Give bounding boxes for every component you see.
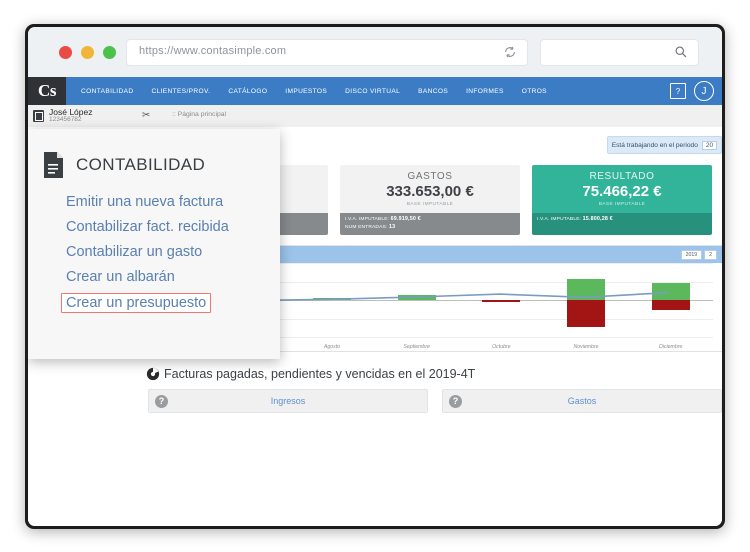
document-icon — [42, 151, 65, 179]
year-button-next[interactable]: 2 — [704, 249, 717, 260]
dropdown-item-emitir-factura[interactable]: Emitir una nueva factura — [66, 194, 223, 210]
user-card-icon — [33, 110, 44, 122]
stat-card-line2-label: NUM ENTRADAS: — [345, 224, 388, 230]
screenshot-root: https://www.contasimple.com Cs CONTABILI… — [0, 0, 750, 552]
column-header-label[interactable]: Gastos — [443, 396, 721, 406]
dropdown-item-wrap: Contabilizar un gasto — [66, 243, 280, 268]
nav-item-contabilidad[interactable]: CONTABILIDAD — [72, 88, 142, 95]
nav-right-actions: ? J — [670, 77, 714, 105]
maximize-window-button[interactable] — [103, 46, 116, 59]
page-content: é López Está trabajando en el periodo 20… — [28, 127, 722, 526]
stat-card-title: GASTOS — [407, 171, 453, 182]
app-logo[interactable]: Cs — [28, 77, 66, 105]
close-window-button[interactable] — [59, 46, 72, 59]
chart-x-tick: Agosto — [323, 344, 341, 350]
stat-card-resultado: RESULTADO 75.466,22 € BASE IMPUTABLE I.V… — [532, 165, 712, 235]
invoices-column-ingresos: ? Ingresos — [148, 389, 428, 413]
stat-card-bottom: I.V.A. IMPUTABLE: 69.919,50 € NUM ENTRAD… — [340, 213, 520, 235]
stat-card-line1-label: I.V.A. IMPUTABLE: — [345, 217, 390, 222]
nav-item-clientes-prov[interactable]: CLIENTES/PROV. — [142, 88, 219, 95]
chart-x-labels: JulioAgostoSeptiembreOctubreNoviembreDic… — [205, 344, 713, 350]
stat-card-subtitle: BASE IMPUTABLE — [406, 202, 454, 207]
minimize-window-button[interactable] — [81, 46, 94, 59]
dropdown-header: CONTABILIDAD — [28, 129, 280, 179]
chart-x-tick: Septiembre — [403, 344, 430, 350]
stat-card-line1-value: 15.800,28 € — [582, 216, 613, 222]
stat-card-title: RESULTADO — [589, 171, 655, 182]
dropdown-item-crear-albaran[interactable]: Crear un albarán — [66, 269, 175, 285]
user-strip: José López 123456782 ✂ :: Página princip… — [28, 105, 722, 128]
dropdown-item-wrap: Emitir una nueva factura — [66, 193, 280, 218]
dropdown-item-contabilizar-gasto[interactable]: Contabilizar un gasto — [66, 244, 202, 260]
user-number: 123456782 — [49, 116, 82, 123]
breadcrumb: :: Página principal — [172, 111, 227, 118]
search-input[interactable] — [541, 40, 698, 65]
nav-item-disco-virtual[interactable]: DISCO VIRTUAL — [336, 88, 409, 95]
chart-x-tick: Noviembre — [573, 344, 599, 350]
stat-card-amount: 333.653,00 € — [386, 183, 474, 200]
stat-card-line2-value: 13 — [388, 223, 396, 230]
dropdown-title: CONTABILIDAD — [76, 155, 206, 174]
address-bar[interactable]: https://www.contasimple.com — [127, 40, 527, 65]
scissors-icon[interactable]: ✂ — [142, 110, 150, 121]
column-header: ? Gastos — [443, 390, 721, 412]
stat-card-line1-value: 69.919,50 € — [390, 216, 421, 222]
period-badge: Está trabajando en el periodo 20 — [606, 136, 722, 154]
search-icon — [674, 45, 688, 59]
browser-viewport: https://www.contasimple.com Cs CONTABILI… — [28, 27, 722, 526]
dropdown-items: Emitir una nueva factura Contabilizar fa… — [28, 193, 280, 321]
reload-icon[interactable] — [503, 45, 517, 59]
nav-items: CONTABILIDAD CLIENTES/PROV. CATÁLOGO IMP… — [72, 77, 556, 105]
question-icon[interactable]: ? — [155, 394, 168, 408]
avatar[interactable]: J — [694, 81, 714, 101]
nav-item-bancos[interactable]: BANCOS — [409, 88, 457, 95]
period-text: Está trabajando en el periodo — [611, 141, 698, 149]
year-button-2019[interactable]: 2019 — [680, 249, 703, 260]
stat-card-subtitle: BASE IMPUTABLE — [598, 202, 646, 207]
nav-item-otros[interactable]: OTROS — [513, 88, 556, 95]
stat-card-gastos: GASTOS 333.653,00 € BASE IMPUTABLE I.V.A… — [340, 165, 520, 235]
url-text: https://www.contasimple.com — [139, 45, 287, 57]
dropdown-item-wrap: Crear un albarán — [66, 268, 280, 293]
chart-trend-line — [205, 263, 713, 337]
invoices-columns: ? Ingresos ? Gastos — [148, 389, 722, 413]
invoices-column-gastos: ? Gastos — [442, 389, 722, 413]
help-icon[interactable]: ? — [670, 83, 686, 99]
invoices-title-text: Facturas pagadas, pendientes y vencidas … — [164, 367, 476, 381]
stat-card-bottom: I.V.A. IMPUTABLE: 15.800,28 € — [532, 213, 712, 235]
browser-chrome: https://www.contasimple.com — [28, 27, 722, 77]
stat-card-line1: I.V.A. IMPUTABLE: 69.919,50 € — [345, 216, 515, 224]
dropdown-item-wrap: Crear un presupuesto — [61, 293, 280, 321]
stat-card-line1: I.V.A. IMPUTABLE: 15.800,28 € — [537, 216, 707, 224]
stat-card-line1-label: I.V.A. IMPUTABLE: — [537, 217, 582, 222]
app-navbar: Cs CONTABILIDAD CLIENTES/PROV. CATÁLOGO … — [28, 77, 722, 105]
column-header: ? Ingresos — [149, 390, 427, 412]
year-selector: 2019 2 — [680, 249, 717, 260]
dropdown-item-contabilizar-fact-recibida[interactable]: Contabilizar fact. recibida — [66, 219, 229, 235]
stat-card-top: RESULTADO 75.466,22 € BASE IMPUTABLE — [532, 165, 712, 213]
contabilidad-dropdown-menu[interactable]: CONTABILIDAD Emitir una nueva factura Co… — [28, 129, 280, 359]
window-controls — [59, 46, 116, 59]
question-icon[interactable]: ? — [449, 394, 462, 408]
pie-chart-icon — [146, 367, 160, 381]
nav-item-informes[interactable]: INFORMES — [457, 88, 513, 95]
period-value[interactable]: 20 — [701, 140, 717, 150]
dropdown-item-wrap: Contabilizar fact. recibida — [66, 218, 280, 243]
stat-card-line2: NUM ENTRADAS: 13 — [345, 224, 515, 232]
invoices-section-title: Facturas pagadas, pendientes y vencidas … — [146, 367, 475, 381]
nav-item-catalogo[interactable]: CATÁLOGO — [219, 88, 276, 95]
dropdown-item-crear-presupuesto[interactable]: Crear un presupuesto — [61, 293, 212, 313]
chart-x-tick: Diciembre — [659, 344, 683, 350]
chart-gridline — [205, 337, 713, 338]
nav-item-impuestos[interactable]: IMPUESTOS — [276, 88, 336, 95]
stat-card-amount: 75.466,22 € — [582, 183, 662, 200]
column-header-label[interactable]: Ingresos — [149, 396, 427, 406]
stat-card-top: GASTOS 333.653,00 € BASE IMPUTABLE — [340, 165, 520, 213]
chart-x-tick: Octubre — [492, 344, 511, 350]
